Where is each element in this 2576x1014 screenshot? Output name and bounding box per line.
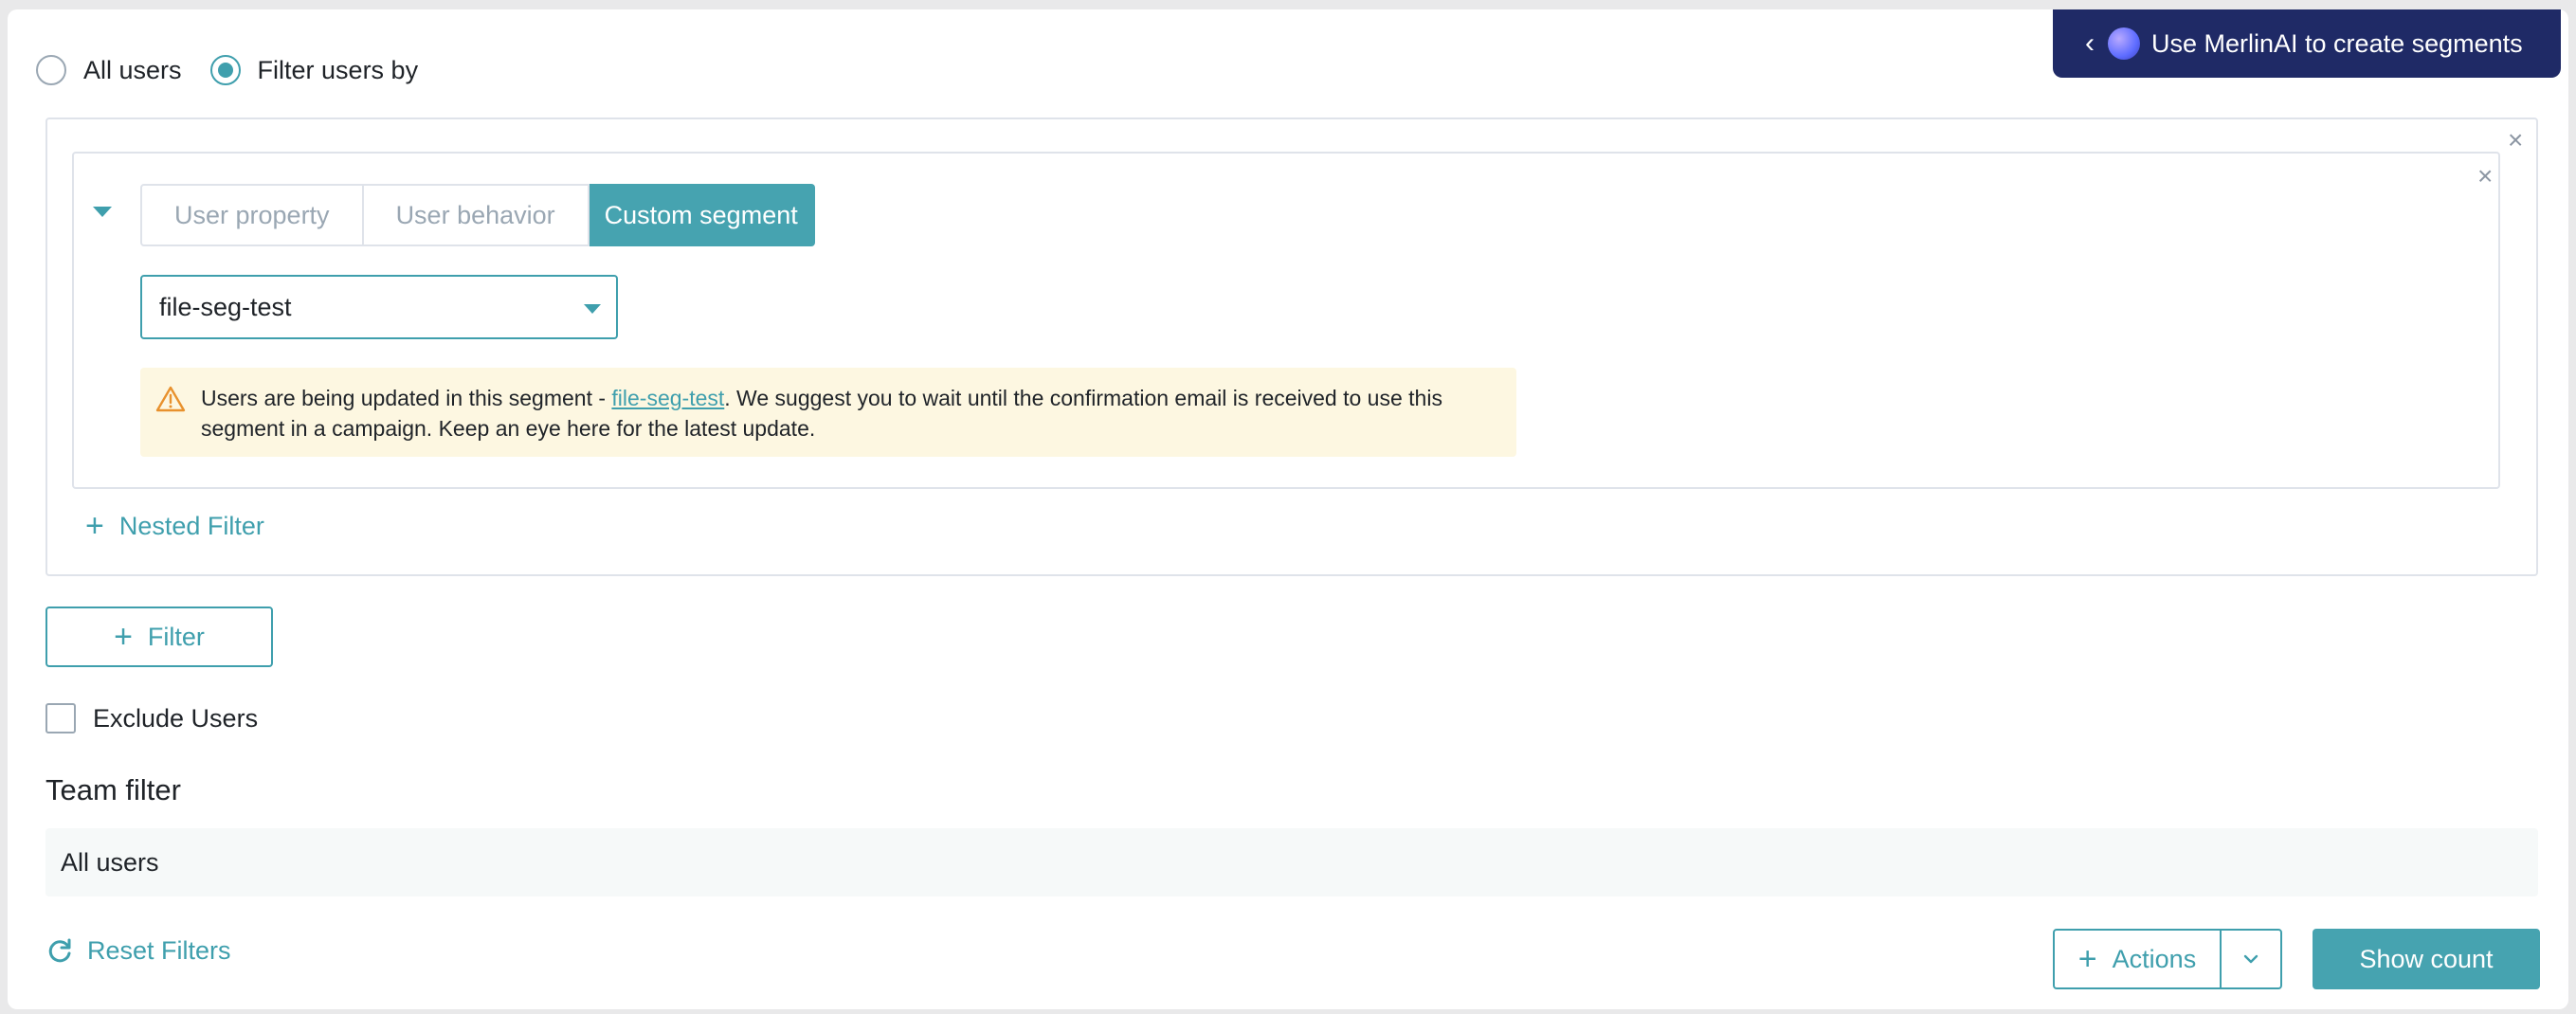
merlin-label: Use MerlinAI to create segments bbox=[2151, 29, 2523, 59]
remove-condition-icon[interactable]: × bbox=[2477, 163, 2493, 190]
actions-split-button: + Actions bbox=[2053, 929, 2282, 989]
add-filter-button[interactable]: + Filter bbox=[45, 607, 273, 667]
segment-filter-panel: All users Filter users by × × User prope… bbox=[8, 9, 2568, 1009]
actions-label: Actions bbox=[2113, 945, 2197, 974]
show-count-button[interactable]: Show count bbox=[2313, 929, 2540, 989]
nested-filter-button[interactable]: + Nested Filter bbox=[85, 510, 264, 542]
exclude-users-checkbox[interactable] bbox=[45, 703, 76, 733]
all-users-radio[interactable] bbox=[36, 55, 66, 85]
audience-radio-group: All users Filter users by bbox=[36, 45, 446, 95]
reset-filters-label: Reset Filters bbox=[87, 936, 231, 966]
team-filter-title: Team filter bbox=[45, 773, 181, 807]
team-filter-value-text: All users bbox=[61, 848, 159, 878]
filter-condition-box: × User property User behavior Custom seg… bbox=[72, 152, 2500, 489]
reset-filters-button[interactable]: Reset Filters bbox=[45, 936, 231, 966]
collapse-caret-icon[interactable] bbox=[93, 207, 112, 217]
tab-user-property[interactable]: User property bbox=[140, 184, 364, 246]
warning-text-prefix: Users are being updated in this segment … bbox=[201, 386, 611, 410]
filter-users-by-radio[interactable] bbox=[210, 55, 241, 85]
exclude-users-label[interactable]: Exclude Users bbox=[93, 704, 258, 733]
merlin-orb-icon bbox=[2108, 27, 2140, 60]
refresh-icon bbox=[45, 937, 74, 966]
tab-user-behavior[interactable]: User behavior bbox=[364, 184, 590, 246]
segment-update-warning: Users are being updated in this segment … bbox=[140, 368, 1516, 457]
segment-select-value: file-seg-test bbox=[159, 293, 292, 322]
filter-group-box: × × User property User behavior Custom s… bbox=[45, 118, 2538, 576]
chevron-down-icon bbox=[584, 304, 601, 314]
close-icon[interactable]: × bbox=[2508, 127, 2523, 154]
warning-text: Users are being updated in this segment … bbox=[201, 383, 1497, 444]
chevron-down-icon bbox=[2242, 953, 2259, 965]
actions-button[interactable]: + Actions bbox=[2055, 931, 2222, 987]
exclude-users-option: Exclude Users bbox=[45, 703, 258, 733]
nested-filter-label: Nested Filter bbox=[119, 512, 264, 541]
filter-type-tabs: User property User behavior Custom segme… bbox=[140, 184, 815, 246]
segment-select[interactable]: file-seg-test bbox=[140, 275, 618, 339]
segment-link[interactable]: file-seg-test bbox=[611, 386, 724, 410]
all-users-label[interactable]: All users bbox=[83, 56, 182, 85]
team-filter-value[interactable]: All users bbox=[45, 828, 2538, 896]
filter-users-by-label[interactable]: Filter users by bbox=[258, 56, 419, 85]
tab-custom-segment[interactable]: Custom segment bbox=[590, 184, 815, 246]
merlin-ai-banner[interactable]: ‹ Use MerlinAI to create segments bbox=[2053, 9, 2561, 78]
plus-icon: + bbox=[85, 510, 104, 542]
chevron-left-icon: ‹ bbox=[2085, 29, 2095, 58]
add-filter-label: Filter bbox=[148, 623, 205, 652]
actions-dropdown-toggle[interactable] bbox=[2222, 931, 2280, 987]
plus-icon: + bbox=[114, 621, 133, 653]
plus-icon: + bbox=[2078, 943, 2097, 975]
warning-icon bbox=[155, 385, 186, 413]
